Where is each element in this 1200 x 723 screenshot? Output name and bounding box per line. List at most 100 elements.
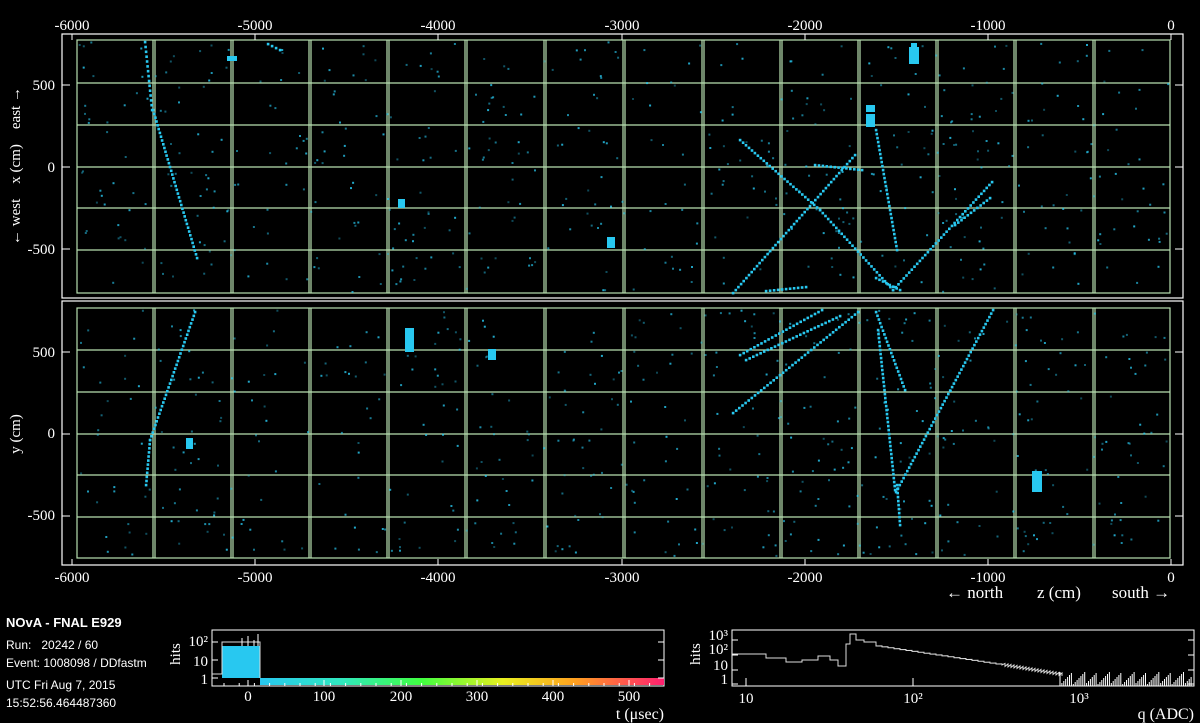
noise-hit (179, 335, 182, 338)
noise-hit (1051, 532, 1054, 535)
noise-hit (374, 59, 377, 62)
track-hit (785, 328, 788, 331)
track-hit (900, 480, 903, 483)
noise-hit (483, 325, 486, 328)
noise-hit (828, 479, 830, 482)
noise-hit (997, 142, 1000, 145)
noise-hit (994, 45, 996, 48)
noise-hit (378, 398, 381, 401)
noise-hit (205, 188, 208, 191)
noise-hit (429, 156, 432, 159)
noise-hit (475, 467, 478, 470)
charge-x-tick: 10² (903, 691, 923, 707)
noise-hit (937, 212, 940, 215)
noise-hit (259, 80, 262, 83)
noise-hit (124, 546, 127, 549)
noise-hit (758, 453, 761, 456)
track-hit (913, 265, 916, 268)
time-x-tick: 200 (390, 689, 413, 705)
track-hit (798, 216, 801, 220)
noise-hit (1002, 67, 1005, 70)
noise-hit (1099, 233, 1102, 236)
noise-hit (212, 206, 215, 209)
noise-hit (354, 375, 357, 378)
track-hit (902, 277, 906, 280)
noise-hit (575, 49, 578, 52)
noise-hit (479, 426, 482, 429)
track-hit (819, 341, 822, 344)
track-hit (759, 352, 762, 355)
track-hit (878, 278, 881, 282)
track-hit (195, 256, 199, 260)
noise-hit (427, 127, 430, 129)
track-hit (888, 283, 892, 287)
noise-hit (217, 464, 219, 467)
noise-hit (1029, 383, 1032, 386)
noise-hit (915, 410, 918, 412)
noise-hit (746, 216, 749, 219)
noise-hit (939, 514, 942, 517)
noise-hit (507, 67, 510, 70)
track-hit (184, 337, 188, 340)
noise-hit (1117, 476, 1120, 478)
noise-hit (247, 275, 250, 278)
noise-hit (649, 210, 652, 213)
track-hit (907, 466, 911, 469)
noise-hit (1138, 88, 1141, 91)
noise-hit (1149, 203, 1152, 206)
noise-hit (929, 382, 932, 385)
track-hit (958, 215, 962, 219)
track-hit (148, 84, 151, 88)
track-hit (980, 329, 984, 333)
z-tick-top: -1000 (971, 18, 1006, 34)
noise-hit (253, 548, 255, 551)
track-hit (890, 452, 893, 456)
noise-hit (223, 240, 226, 243)
noise-hit (599, 513, 601, 516)
noise-hit (178, 86, 181, 89)
track-hit (881, 276, 884, 280)
noise-hit (389, 488, 392, 491)
noise-hit (656, 371, 658, 374)
noise-hit (633, 531, 636, 534)
noise-hit (210, 44, 213, 47)
noise-hit (785, 363, 788, 366)
track-hit (878, 348, 882, 352)
noise-hit (194, 393, 197, 396)
track-hit (880, 364, 884, 368)
track-hit (825, 165, 829, 168)
noise-hit (165, 71, 168, 74)
noise-hit (1136, 210, 1139, 213)
noise-hit (1143, 432, 1146, 435)
noise-hit (805, 103, 808, 106)
track-hit (895, 366, 899, 370)
noise-hit (787, 422, 790, 425)
noise-hit (809, 405, 812, 408)
noise-hit (885, 498, 888, 500)
noise-hit (582, 411, 585, 414)
track-hit (187, 329, 190, 333)
noise-hit (961, 216, 964, 219)
noise-hit (324, 362, 327, 365)
track-hit (766, 252, 769, 256)
noise-hit (949, 246, 952, 249)
noise-hit (323, 150, 326, 153)
track-hit (922, 438, 926, 441)
noise-hit (534, 169, 536, 172)
noise-hit (814, 504, 817, 507)
track-hit (851, 244, 854, 247)
track-hit (837, 229, 841, 233)
noise-hit (533, 95, 536, 98)
noise-hit (592, 473, 595, 476)
noise-hit (741, 57, 744, 60)
noise-hit (1158, 240, 1161, 243)
noise-hit (783, 520, 785, 523)
track-hit (166, 389, 169, 393)
track-hit (931, 245, 935, 248)
noise-hit (840, 45, 843, 48)
noise-hit (349, 345, 352, 348)
noise-hit (193, 442, 196, 445)
track-hit (800, 213, 804, 217)
track-hit (945, 396, 948, 399)
noise-hit (450, 505, 453, 507)
